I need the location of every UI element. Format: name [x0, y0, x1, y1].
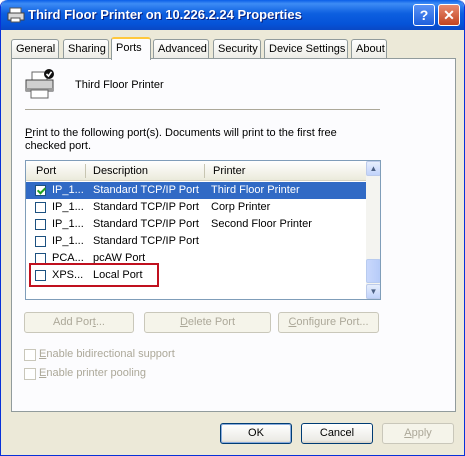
highlight-outline [29, 263, 159, 287]
column-header-description[interactable]: Description [93, 165, 148, 177]
label-part: pply [411, 427, 432, 439]
scroll-up-icon[interactable]: ▲ [366, 161, 380, 176]
port-checkbox[interactable] [35, 219, 46, 230]
tab-about[interactable]: About [351, 39, 387, 59]
checkbox-box[interactable] [24, 368, 36, 380]
printer-large-icon [25, 69, 54, 99]
port-description: Standard TCP/IP Port [93, 235, 199, 247]
mnemonic: A [404, 427, 412, 439]
title-bar[interactable]: Third Floor Printer on 10.226.2.24 Prope… [1, 0, 464, 30]
port-checkbox[interactable] [35, 236, 46, 247]
cancel-button[interactable]: Cancel [301, 423, 373, 444]
label-part: elete Port [187, 316, 236, 328]
label-part: nable printer pooling [46, 367, 147, 379]
scroll-down-icon[interactable]: ▼ [366, 284, 380, 299]
port-row[interactable]: IP_1... Standard TCP/IP Port Second Floo… [26, 216, 366, 233]
label-part: ... [95, 316, 105, 328]
port-row[interactable]: IP_1... Standard TCP/IP Port Corp Printe… [26, 199, 366, 216]
tab-ports[interactable]: Ports [111, 37, 151, 60]
printer-properties-dialog: Third Floor Printer on 10.226.2.24 Prope… [0, 0, 465, 456]
vertical-scrollbar[interactable]: ▲ ▼ [366, 161, 380, 299]
port-name: IP_1... [52, 235, 84, 247]
printer-icon [7, 7, 25, 23]
port-name: IP_1... [52, 184, 84, 196]
tab-sharing[interactable]: Sharing [63, 39, 109, 59]
port-printer: Third Floor Printer [211, 184, 300, 196]
scroll-thumb[interactable] [366, 259, 380, 283]
port-description: Standard TCP/IP Port [93, 184, 199, 196]
port-row[interactable]: IP_1... Standard TCP/IP Port [26, 233, 366, 250]
close-button[interactable]: ✕ [438, 4, 460, 26]
mnemonic: D [179, 316, 188, 328]
label-part: nable bidirectional support [46, 348, 175, 360]
port-printer: Second Floor Printer [211, 218, 312, 230]
tab-advanced[interactable]: Advanced [153, 39, 209, 59]
instructions-rest: rint to the following port(s). Documents… [25, 127, 337, 152]
apply-button[interactable]: Apply [382, 423, 454, 444]
add-port-button[interactable]: Add Port... [24, 312, 134, 333]
checkbox-label: Enable bidirectional support [39, 348, 175, 360]
column-divider[interactable] [204, 164, 205, 178]
tab-general[interactable]: General [11, 39, 59, 59]
column-divider[interactable] [85, 164, 86, 178]
port-row[interactable]: IP_1... Standard TCP/IP Port Third Floor… [26, 182, 366, 199]
help-button[interactable]: ? [413, 4, 435, 26]
port-name: IP_1... [52, 201, 84, 213]
instructions-text: Print to the following port(s). Document… [25, 127, 365, 153]
label-part: onfigure Port... [296, 316, 369, 328]
checkbox-label: Enable printer pooling [39, 367, 146, 379]
label-part: Add Por [53, 316, 93, 328]
port-name: IP_1... [52, 218, 84, 230]
port-description: Standard TCP/IP Port [93, 218, 199, 230]
list-header: Port Description Printer [26, 161, 366, 181]
window-title: Third Floor Printer on 10.226.2.24 Prope… [28, 7, 302, 22]
tab-device-settings[interactable]: Device Settings [264, 39, 348, 59]
column-header-printer[interactable]: Printer [213, 165, 245, 177]
port-printer: Corp Printer [211, 201, 271, 213]
port-description: Standard TCP/IP Port [93, 201, 199, 213]
delete-port-button[interactable]: Delete Port [144, 312, 271, 333]
printer-name: Third Floor Printer [75, 79, 164, 91]
ports-list[interactable]: Port Description Printer IP_1... Standar… [25, 160, 381, 300]
port-checkbox[interactable] [35, 202, 46, 213]
column-header-port[interactable]: Port [36, 165, 56, 177]
port-checkbox[interactable] [35, 185, 46, 196]
divider [25, 109, 380, 110]
ok-button[interactable]: OK [220, 423, 292, 444]
tab-security[interactable]: Security [213, 39, 261, 59]
configure-port-button[interactable]: Configure Port... [278, 312, 379, 333]
checkbox-box[interactable] [24, 349, 36, 361]
